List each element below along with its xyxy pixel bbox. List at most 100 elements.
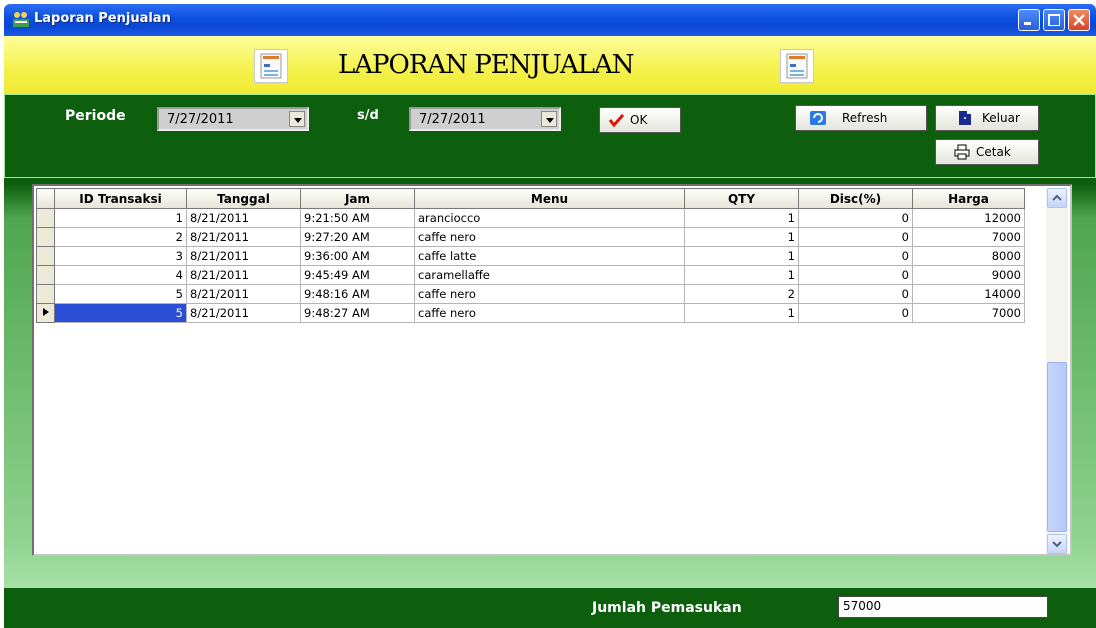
sales-table[interactable]: ID Transaksi Tanggal Jam Menu QTY Disc(%…	[32, 184, 1072, 556]
row-indicator[interactable]	[36, 246, 55, 266]
table-cell-menu[interactable]: caffe nero	[414, 227, 685, 247]
table-cell-jam[interactable]: 9:27:20 AM	[300, 227, 415, 247]
table-cell-id[interactable]: 5	[54, 284, 187, 304]
column-header[interactable]: QTY	[684, 188, 799, 209]
row-indicator[interactable]	[36, 284, 55, 304]
table-cell-jam[interactable]: 9:48:27 AM	[300, 303, 415, 323]
row-indicator[interactable]	[36, 208, 55, 228]
printer-icon	[954, 144, 970, 160]
row-indicator[interactable]	[36, 265, 55, 285]
refresh-button[interactable]: Refresh	[795, 105, 927, 131]
table-cell-harga[interactable]: 8000	[912, 246, 1025, 266]
table-header-row: ID Transaksi Tanggal Jam Menu QTY Disc(%…	[36, 188, 1025, 209]
table-row[interactable]: 3 8/21/2011 9:36:00 AM caffe latte 1 0 8000	[36, 246, 1025, 266]
table-cell-jam[interactable]: 9:45:49 AM	[300, 265, 415, 285]
table-cell-menu[interactable]: aranciocco	[414, 208, 685, 228]
table-cell-disc[interactable]: 0	[798, 303, 913, 323]
table-cell-jam[interactable]: 9:48:16 AM	[300, 284, 415, 304]
table-cell-tanggal[interactable]: 8/21/2011	[186, 246, 301, 266]
scroll-down-button[interactable]	[1047, 534, 1067, 554]
table-cell-tanggal[interactable]: 8/21/2011	[186, 265, 301, 285]
table-row[interactable]: 1 8/21/2011 9:21:50 AM aranciocco 1 0 12000	[36, 208, 1025, 228]
table-cell-qty[interactable]: 1	[684, 265, 799, 285]
table-cell-id[interactable]: 1	[54, 208, 187, 228]
table-cell-harga[interactable]: 12000	[912, 208, 1025, 228]
date-to-value: 7/27/2011	[419, 112, 486, 127]
maximize-button[interactable]	[1043, 9, 1065, 31]
table-cell-qty[interactable]: 1	[684, 303, 799, 323]
date-to-picker[interactable]: 7/27/2011	[409, 107, 561, 131]
ok-button[interactable]: OK	[599, 107, 681, 133]
table-cell-disc[interactable]: 0	[798, 208, 913, 228]
total-field[interactable]: 57000	[838, 596, 1048, 618]
footer-bar: Jumlah Pemasukan 57000	[4, 588, 1096, 628]
table-row[interactable]: 5 8/21/2011 9:48:16 AM caffe nero 2 0 14000	[36, 284, 1025, 304]
document-icon	[254, 49, 288, 83]
table-cell-menu[interactable]: caramellaffe	[414, 265, 685, 285]
periode-label: Periode	[65, 108, 126, 124]
column-header[interactable]: Disc(%)	[798, 188, 913, 209]
table-cell-id[interactable]: 5	[54, 303, 187, 323]
table-cell-menu[interactable]: caffe nero	[414, 284, 685, 304]
table-cell-jam[interactable]: 9:36:00 AM	[300, 246, 415, 266]
table-cell-id[interactable]: 2	[54, 227, 187, 247]
cetak-button[interactable]: Cetak	[935, 139, 1039, 165]
title-bar[interactable]: Laporan Penjualan	[4, 4, 1096, 36]
window-title: Laporan Penjualan	[34, 11, 171, 26]
table-cell-qty[interactable]: 1	[684, 208, 799, 228]
app-icon	[13, 12, 29, 27]
page-title: LAPORAN PENJUALAN	[338, 50, 635, 80]
filter-panel: Periode 7/27/2011 s/d 7/27/2011 OK Refre…	[4, 94, 1096, 178]
refresh-icon	[810, 111, 826, 125]
table-cell-qty[interactable]: 2	[684, 284, 799, 304]
exit-door-icon	[959, 111, 971, 125]
table-cell-tanggal[interactable]: 8/21/2011	[186, 227, 301, 247]
table-row[interactable]: 2 8/21/2011 9:27:20 AM caffe nero 1 0 7000	[36, 227, 1025, 247]
document-icon	[780, 49, 814, 83]
table-cell-disc[interactable]: 0	[798, 265, 913, 285]
date-from-value: 7/27/2011	[167, 112, 234, 127]
table-cell-jam[interactable]: 9:21:50 AM	[300, 208, 415, 228]
table-cell-harga[interactable]: 14000	[912, 284, 1025, 304]
table-cell-tanggal[interactable]: 8/21/2011	[186, 284, 301, 304]
column-header[interactable]: Jam	[300, 188, 415, 209]
maximize-icon	[1048, 14, 1060, 26]
row-indicator-header	[36, 188, 55, 209]
chevron-down-icon	[1052, 541, 1062, 548]
keluar-button[interactable]: Keluar	[935, 105, 1039, 131]
chevron-down-icon[interactable]	[289, 111, 305, 127]
table-cell-tanggal[interactable]: 8/21/2011	[186, 303, 301, 323]
close-icon	[1073, 14, 1085, 26]
table-row[interactable]: 5 8/21/2011 9:48:27 AM caffe nero 1 0 7000	[36, 303, 1025, 323]
chevron-down-icon[interactable]	[541, 111, 557, 127]
column-header[interactable]: ID Transaksi	[54, 188, 187, 209]
checkmark-icon	[608, 113, 624, 128]
column-header[interactable]: Menu	[414, 188, 685, 209]
table-cell-harga[interactable]: 9000	[912, 265, 1025, 285]
column-header[interactable]: Harga	[912, 188, 1025, 209]
minimize-button[interactable]	[1018, 9, 1040, 31]
grid-area: ID Transaksi Tanggal Jam Menu QTY Disc(%…	[4, 178, 1096, 588]
vertical-scrollbar[interactable]	[1046, 188, 1068, 554]
date-from-picker[interactable]: 7/27/2011	[157, 107, 309, 131]
table-cell-disc[interactable]: 0	[798, 246, 913, 266]
table-cell-disc[interactable]: 0	[798, 227, 913, 247]
scroll-up-button[interactable]	[1047, 188, 1067, 208]
table-cell-qty[interactable]: 1	[684, 227, 799, 247]
table-cell-qty[interactable]: 1	[684, 246, 799, 266]
column-header[interactable]: Tanggal	[186, 188, 301, 209]
row-indicator[interactable]	[36, 227, 55, 247]
table-cell-menu[interactable]: caffe latte	[414, 246, 685, 266]
close-button[interactable]	[1068, 9, 1090, 31]
table-cell-harga[interactable]: 7000	[912, 227, 1025, 247]
row-indicator[interactable]	[36, 303, 55, 323]
table-cell-menu[interactable]: caffe nero	[414, 303, 685, 323]
scroll-thumb[interactable]	[1047, 362, 1067, 532]
chevron-up-icon	[1052, 194, 1062, 201]
table-row[interactable]: 4 8/21/2011 9:45:49 AM caramellaffe 1 0 9000	[36, 265, 1025, 285]
table-cell-id[interactable]: 3	[54, 246, 187, 266]
table-cell-disc[interactable]: 0	[798, 284, 913, 304]
table-cell-id[interactable]: 4	[54, 265, 187, 285]
table-cell-harga[interactable]: 7000	[912, 303, 1025, 323]
table-cell-tanggal[interactable]: 8/21/2011	[186, 208, 301, 228]
